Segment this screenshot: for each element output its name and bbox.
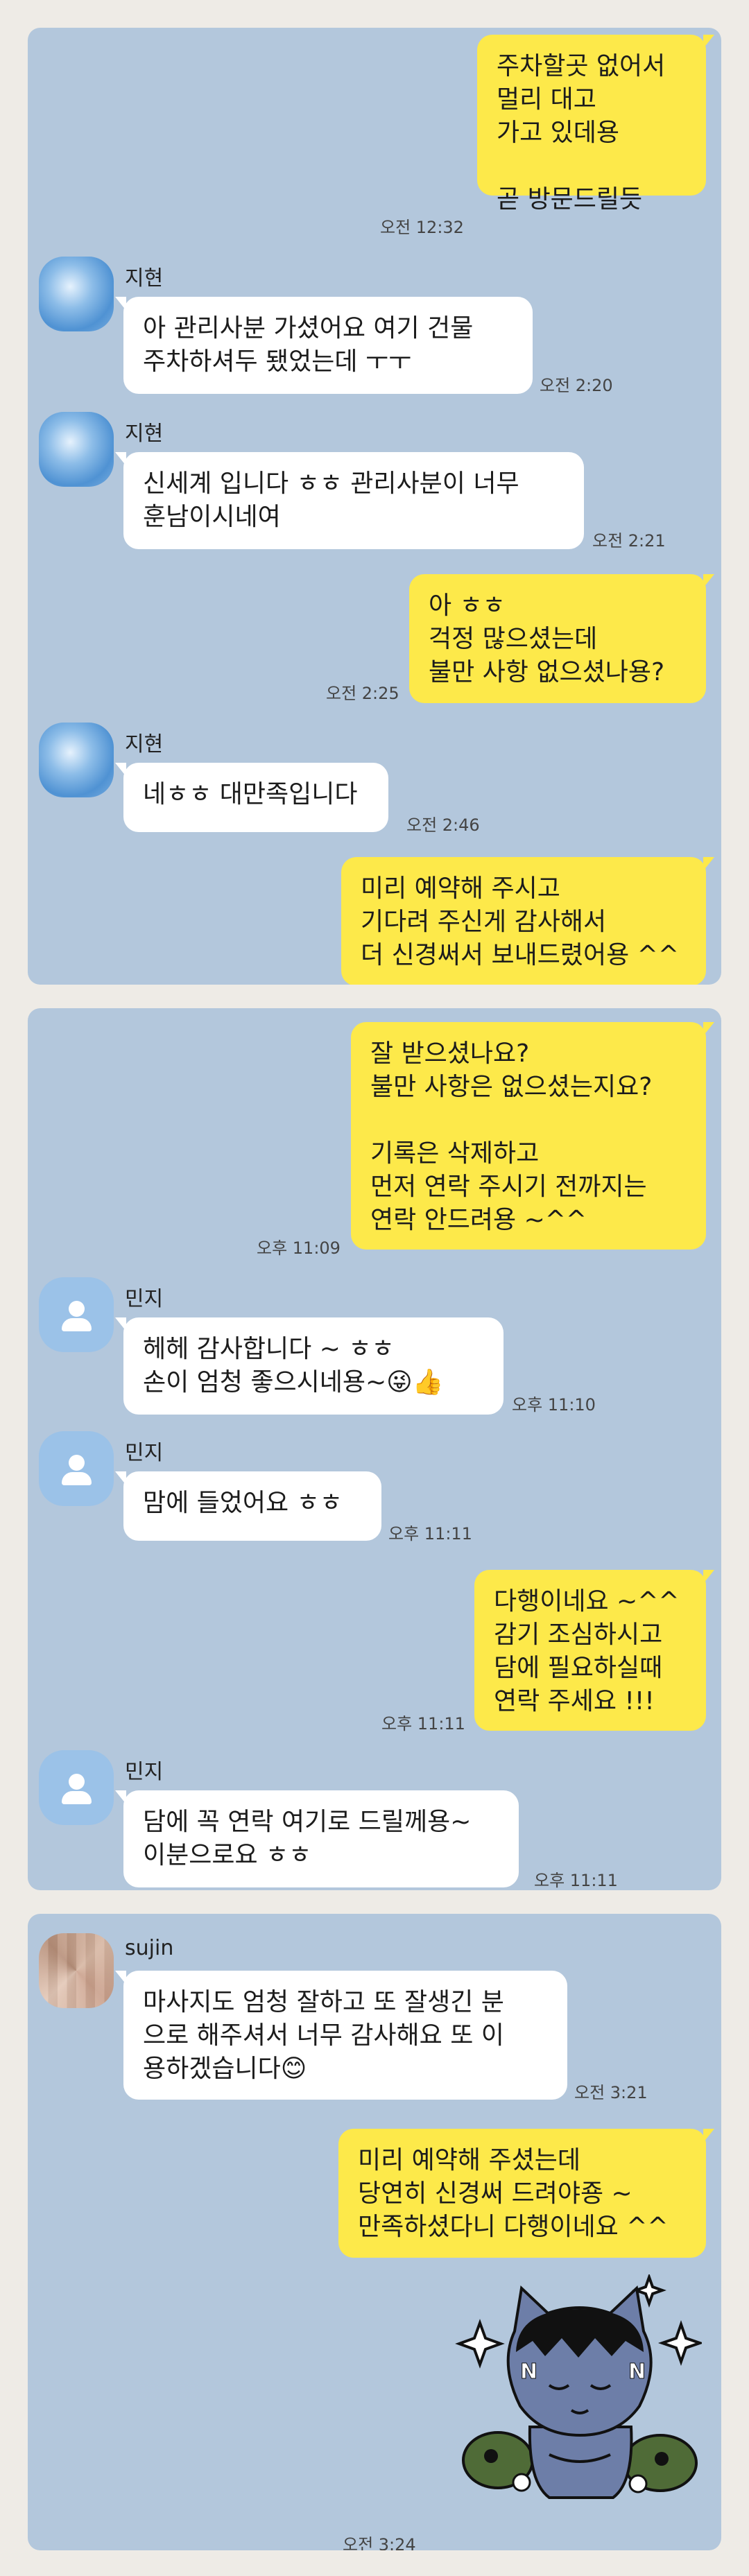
message-bubble[interactable]: 아 ㅎㅎ 걱정 많으셨는데 불만 사항 없으셨나용? (409, 574, 714, 703)
message-time: 오후 11:11 (381, 1714, 465, 1734)
chat-panel-3: sujin 마사지도 엄청 잘하고 또 잘생긴 분 으로 해주셔서 너무 감사해… (28, 1914, 721, 2550)
message-time: 오후 11:10 (512, 1395, 596, 1415)
message-bubble[interactable]: 맘에 들었어요 ㅎㅎ (115, 1471, 381, 1541)
avatar[interactable] (39, 257, 114, 331)
chat-panel-2: 잘 받으셨나요? 불만 사항은 없으셨는지요? 기록은 삭제하고 먼저 연락 주… (28, 1008, 721, 1890)
message-time: 오전 2:20 (540, 376, 613, 395)
avatar[interactable] (39, 1277, 114, 1352)
message-text: 마사지도 엄청 잘하고 또 잘생긴 분 으로 해주셔서 너무 감사해요 또 이 … (143, 1988, 504, 2083)
sparkle-icon (657, 2319, 702, 2367)
message-text: 네ㅎㅎ 대만족입니다 (143, 780, 358, 809)
message-bubble[interactable]: 신세계 입니다 ㅎㅎ 관리사분이 너무 훈남이시네여 (115, 452, 584, 549)
avatar[interactable] (39, 723, 114, 797)
sender-name: 민지 (125, 1441, 164, 1465)
message-bubble[interactable]: 주차할곳 없어서 멀리 대고 가고 있데용 곧 방문드릴듯 (477, 35, 714, 214)
message-time: 오전 2:25 (326, 684, 399, 703)
sparkle-icon (632, 2274, 666, 2308)
message-text: 아 관리사분 가셨어요 여기 건물 주차하셔두 됐었는데 ㅜㅜ (143, 314, 474, 376)
avatar[interactable] (39, 412, 114, 487)
avatar[interactable] (39, 1933, 114, 2008)
message-bubble[interactable]: 잘 받으셨나요? 불만 사항은 없으셨는지요? 기록은 삭제하고 먼저 연락 주… (351, 1022, 714, 1250)
message-time: 오전 2:21 (592, 531, 666, 551)
message-text: 헤헤 감사합니다 ~ ㅎㅎ 손이 엄청 좋으시네용~ (143, 1335, 395, 1397)
sender-name: 민지 (125, 1760, 164, 1784)
message-time: 오전 12:32 (380, 218, 464, 237)
message-time: 오후 11:11 (534, 1871, 618, 1890)
message-text: 미리 예약해 주셨는데 당연히 신경써 드려야죵 ~ 만족하셨다니 다행이네요 … (358, 2146, 669, 2241)
message-text: 담에 꼭 연락 여기로 드릴께용~ 이분으로요 ㅎㅎ (143, 1808, 472, 1869)
avatar[interactable] (39, 1750, 114, 1825)
message-bubble[interactable]: 네ㅎㅎ 대만족입니다 (115, 763, 388, 832)
message-text: 맘에 들었어요 ㅎㅎ (143, 1489, 343, 1517)
message-text: 주차할곳 없어서 멀리 대고 가고 있데용 곧 방문드릴듯 (497, 52, 666, 214)
message-bubble[interactable]: 아 관리사분 가셨어요 여기 건물 주차하셔두 됐었는데 ㅜㅜ (115, 297, 533, 394)
message-time: 오전 3:21 (574, 2083, 648, 2102)
message-bubble[interactable]: 다행이네요 ~^^ 감기 조심하시고 담에 필요하실때 연락 주세요 !!! (474, 1570, 714, 1731)
message-time: 오전 3:24 (343, 2535, 416, 2550)
emoji: 😜👍 (386, 1368, 444, 1397)
message-time: 오전 2:46 (406, 815, 480, 835)
sender-name: 민지 (125, 1287, 164, 1311)
message-text: 미리 예약해 주시고 기다려 주신게 감사해서 더 신경써서 보내드렸어용 ^^ (361, 874, 679, 969)
message-time: 오후 11:11 (388, 1524, 472, 1544)
message-bubble[interactable]: 담에 꼭 연락 여기로 드릴께용~ 이분으로요 ㅎㅎ (115, 1790, 519, 1887)
chat-panel-1: 주차할곳 없어서 멀리 대고 가고 있데용 곧 방문드릴듯 오전 12:32 지… (28, 28, 721, 985)
message-text: 다행이네요 ~^^ 감기 조심하시고 담에 필요하실때 연락 주세요 !!! (494, 1587, 680, 1715)
sparkle-icon (455, 2319, 505, 2369)
svg-text:N: N (520, 2360, 537, 2384)
kakao-friend-sticker[interactable]: N N (452, 2274, 702, 2503)
message-time: 오후 11:09 (257, 1238, 341, 1258)
avatar[interactable] (39, 1431, 114, 1506)
sender-name: 지현 (125, 422, 164, 446)
message-bubble[interactable]: 미리 예약해 주셨는데 당연히 신경써 드려야죵 ~ 만족하셨다니 다행이네요 … (338, 2129, 714, 2258)
sender-name: sujin (125, 1936, 174, 1960)
message-text: 잘 받으셨나요? 불만 사항은 없으셨는지요? 기록은 삭제하고 먼저 연락 주… (370, 1039, 653, 1234)
svg-text:N: N (628, 2360, 646, 2384)
sender-name: 지현 (125, 732, 164, 757)
message-bubble[interactable]: 헤헤 감사합니다 ~ ㅎㅎ 손이 엄청 좋으시네용~😜👍 (115, 1317, 503, 1415)
sender-name: 지현 (125, 266, 164, 291)
message-bubble[interactable]: 마사지도 엄청 잘하고 또 잘생긴 분 으로 해주셔서 너무 감사해요 또 이 … (115, 1971, 567, 2100)
message-text: 아 ㅎㅎ 걱정 많으셨는데 불만 사항 없으셨나용? (429, 591, 665, 686)
message-bubble[interactable]: 미리 예약해 주시고 기다려 주신게 감사해서 더 신경써서 보내드렸어용 ^^ (341, 857, 714, 985)
message-text: 신세계 입니다 ㅎㅎ 관리사분이 너무 훈남이시네여 (143, 469, 519, 531)
emoji: 😊 (280, 2055, 307, 2083)
